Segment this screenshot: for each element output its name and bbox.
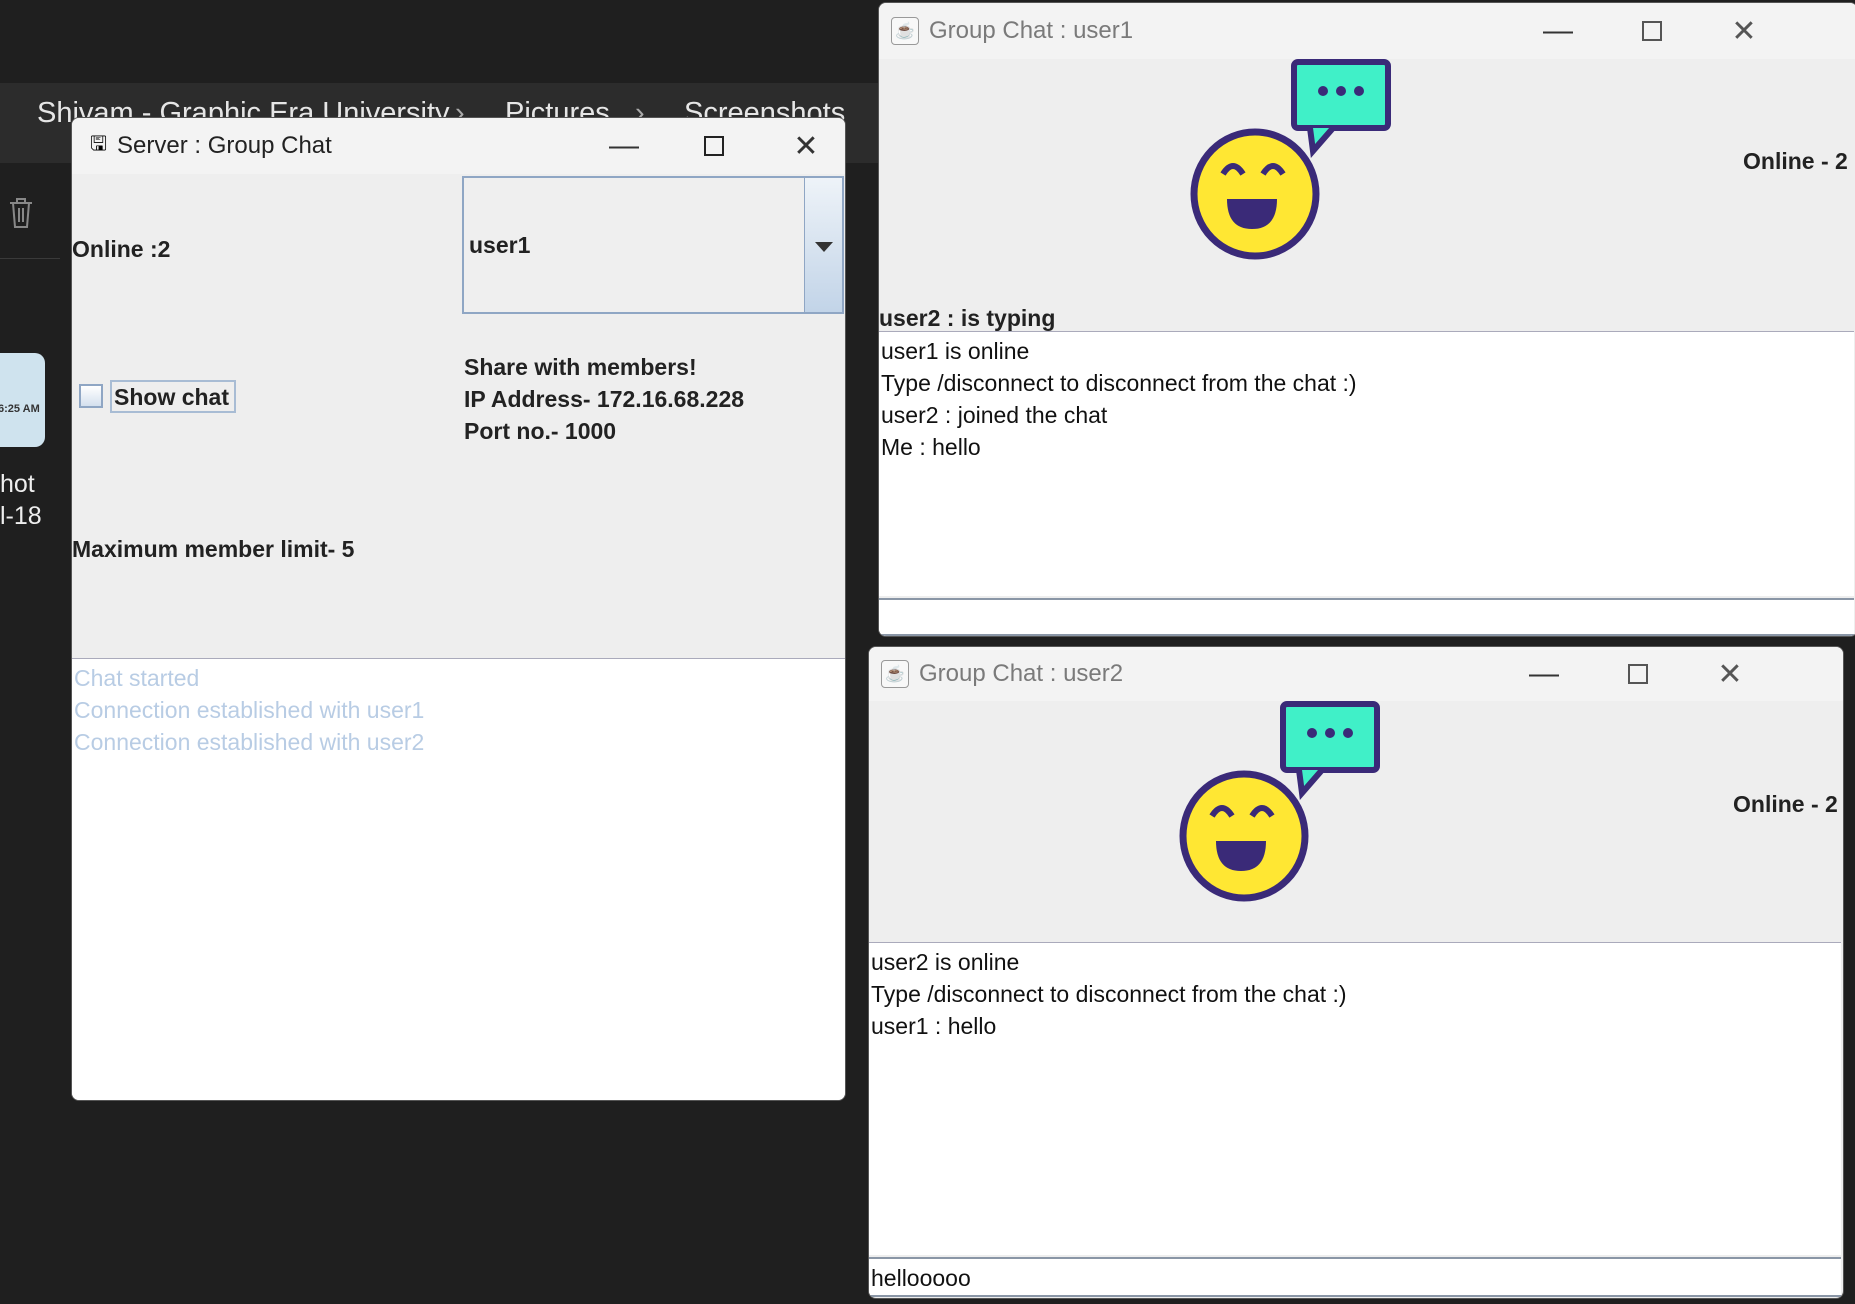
message: user2 : joined the chat <box>881 402 1108 428</box>
message-input[interactable]: hellooooo <box>869 1257 1841 1297</box>
input-text: hellooooo <box>871 1265 971 1291</box>
server-window: 🖫 Server : Group Chat — ✕ Online :2 user… <box>71 117 846 1101</box>
online-count: Online :2 <box>72 236 171 262</box>
window-title: Server : Group Chat <box>117 132 332 159</box>
title-bar[interactable]: ☕ Group Chat : user1 — ✕ <box>879 3 1855 59</box>
message: user1 : hello <box>871 1013 997 1039</box>
selected-user: user1 <box>469 232 531 258</box>
thumbnail-time: 6:25 AM <box>0 403 40 415</box>
minimize-button[interactable]: — <box>1509 647 1579 701</box>
log-line: Chat started <box>74 665 200 691</box>
message: Me : hello <box>881 434 981 460</box>
online-count: Online - 2 <box>1733 791 1838 817</box>
window-title: Group Chat : user1 <box>929 17 1134 44</box>
chat-messages[interactable]: user2 is online Type /disconnect to disc… <box>869 942 1841 1255</box>
close-button[interactable]: ✕ <box>1709 3 1779 59</box>
minimize-button[interactable]: — <box>589 118 659 174</box>
file-label: hot <box>0 470 35 498</box>
ip-address: IP Address- 172.16.68.228 <box>464 386 745 412</box>
message: Type /disconnect to disconnect from the … <box>881 370 1357 396</box>
message: user2 is online <box>871 949 1020 975</box>
divider <box>0 258 60 259</box>
client-window-user2: ☕ Group Chat : user2 — ✕ Online - 2 user… <box>868 646 1844 1299</box>
close-button[interactable]: ✕ <box>1695 647 1765 701</box>
show-chat-checkbox[interactable] <box>79 384 103 408</box>
chat-smiley-logo <box>1190 59 1391 260</box>
server-log[interactable]: Chat started Connection established with… <box>72 658 845 1100</box>
close-button[interactable]: ✕ <box>771 118 841 174</box>
show-chat-label[interactable]: Show chat <box>110 380 236 413</box>
chevron-down-icon <box>815 242 833 252</box>
message-input[interactable] <box>879 598 1854 636</box>
port-number: Port no.- 1000 <box>464 418 617 444</box>
window-title: Group Chat : user2 <box>919 660 1124 687</box>
message: Type /disconnect to disconnect from the … <box>871 981 1347 1007</box>
message: user1 is online <box>881 338 1030 364</box>
chat-smiley-logo <box>1179 701 1380 902</box>
max-member-limit: Maximum member limit- 5 <box>72 536 355 562</box>
log-line: Connection established with user2 <box>74 729 425 755</box>
online-count: Online - 2 <box>1743 148 1848 174</box>
dropdown-arrow-button[interactable] <box>804 178 842 312</box>
typing-indicator: user2 : is typing <box>879 305 1056 331</box>
trash-icon[interactable] <box>7 196 35 230</box>
minimize-button[interactable]: — <box>1523 3 1593 59</box>
user-select-dropdown[interactable]: user1 <box>462 176 844 314</box>
share-heading: Share with members! <box>464 354 697 380</box>
title-bar[interactable]: 🖫 Server : Group Chat — ✕ <box>72 118 845 174</box>
java-icon: ☕ <box>891 17 919 45</box>
log-line: Connection established with user1 <box>74 697 425 723</box>
maximize-button[interactable] <box>679 118 749 174</box>
title-bar[interactable]: ☕ Group Chat : user2 — ✕ <box>869 647 1843 701</box>
client-window-user1: ☕ Group Chat : user1 — ✕ Online - 2 user… <box>878 2 1855 637</box>
maximize-button[interactable] <box>1617 3 1687 59</box>
show-chat-text: Show chat <box>114 384 230 410</box>
screenshot-thumbnail[interactable]: 6:25 AM <box>0 353 45 447</box>
maximize-button[interactable] <box>1603 647 1673 701</box>
file-label: l-18 <box>0 502 42 530</box>
chat-messages[interactable]: user1 is online Type /disconnect to disc… <box>879 331 1854 596</box>
java-icon: ☕ <box>881 660 909 688</box>
app-icon: 🖫 <box>90 133 108 155</box>
